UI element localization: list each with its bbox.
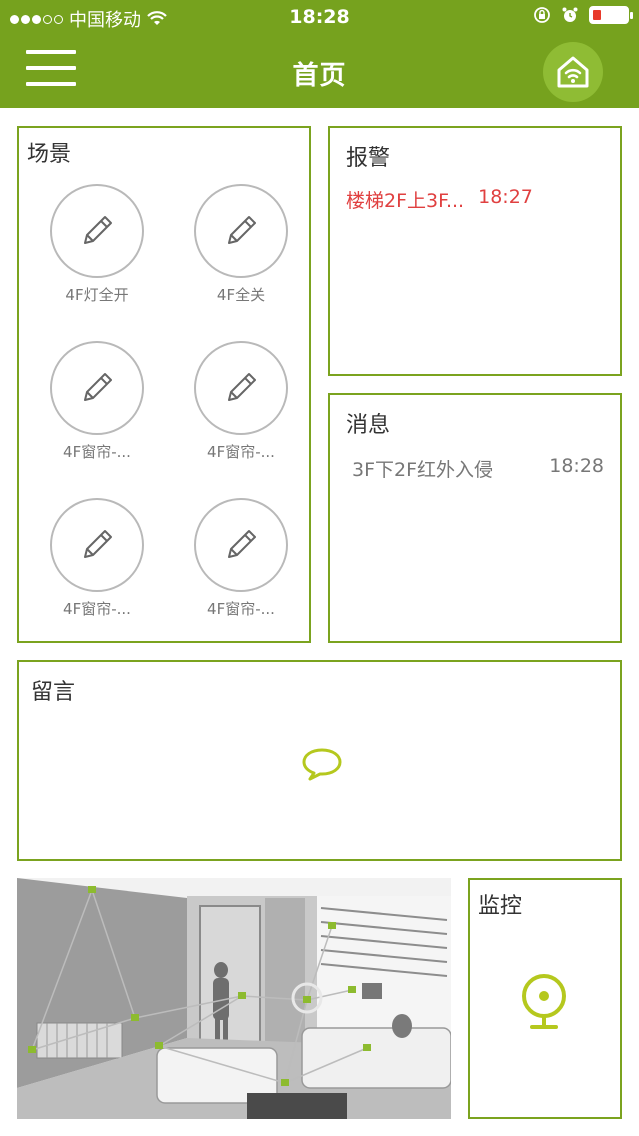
scenes-card: 场景 4F灯全开 4F全关 4F窗帘-... 4F窗帘-... 4F窗帘-...…: [17, 126, 311, 643]
smart-home-illustration: [17, 878, 451, 1119]
scene-item[interactable]: 4F窗帘-...: [181, 498, 301, 619]
smart-home-wifi-icon: [557, 56, 589, 88]
pencil-icon: [84, 216, 112, 244]
messages-title: 消息: [346, 413, 391, 438]
pencil-icon: [84, 373, 112, 401]
alarm-time: 18:27: [478, 186, 533, 208]
status-bar: 中国移动 18:28: [0, 0, 639, 36]
scene-label: 4F窗帘-...: [207, 443, 275, 461]
alarm-card[interactable]: 报警 楼梯2F上3F... 18:27: [328, 126, 622, 376]
scene-button[interactable]: [194, 341, 288, 435]
scene-item[interactable]: 4F灯全开: [37, 184, 157, 305]
webcam-icon: [522, 974, 566, 1029]
speech-bubble-icon: [302, 748, 342, 781]
pencil-icon: [228, 216, 256, 244]
app-header: 中国移动 18:28 首页: [0, 0, 639, 108]
scene-label: 4F全关: [216, 286, 266, 304]
alarm-clock-icon: [562, 7, 578, 22]
messages-card[interactable]: 消息 3F下2F红外入侵 18:28: [328, 393, 622, 643]
scene-button[interactable]: [50, 184, 144, 278]
scene-button[interactable]: [50, 341, 144, 435]
scenes-title: 场景: [27, 142, 72, 167]
rotation-lock-icon: [534, 7, 550, 23]
scene-label: 4F窗帘-...: [207, 600, 275, 618]
alarm-item[interactable]: 楼梯2F上3F... 18:27: [346, 186, 533, 213]
scene-button[interactable]: [194, 184, 288, 278]
scene-item[interactable]: 4F窗帘-...: [37, 341, 157, 462]
status-indicators: [533, 6, 633, 24]
scene-label: 4F窗帘-...: [63, 600, 131, 618]
battery-icon: [589, 6, 633, 24]
pencil-icon: [228, 530, 256, 558]
scene-button[interactable]: [194, 498, 288, 592]
scene-item[interactable]: 4F窗帘-...: [37, 498, 157, 619]
pencil-icon: [84, 530, 112, 558]
message-item[interactable]: 3F下2F红外入侵 18:28: [352, 455, 604, 482]
monitor-title: 监控: [478, 894, 523, 919]
scene-label: 4F窗帘-...: [63, 443, 131, 461]
notes-card[interactable]: 留言: [17, 660, 622, 861]
scene-label: 4F灯全开: [65, 286, 129, 304]
home-button[interactable]: [543, 42, 603, 102]
scene-button[interactable]: [50, 498, 144, 592]
message-text: 3F下2F红外入侵: [352, 459, 494, 481]
pencil-icon: [228, 373, 256, 401]
alarm-title: 报警: [346, 146, 391, 171]
notes-title: 留言: [31, 680, 76, 705]
scene-item[interactable]: 4F全关: [181, 184, 301, 305]
message-time: 18:28: [549, 455, 604, 477]
monitor-card[interactable]: 监控: [468, 878, 622, 1119]
alarm-text: 楼梯2F上3F...: [346, 190, 465, 212]
scene-item[interactable]: 4F窗帘-...: [181, 341, 301, 462]
